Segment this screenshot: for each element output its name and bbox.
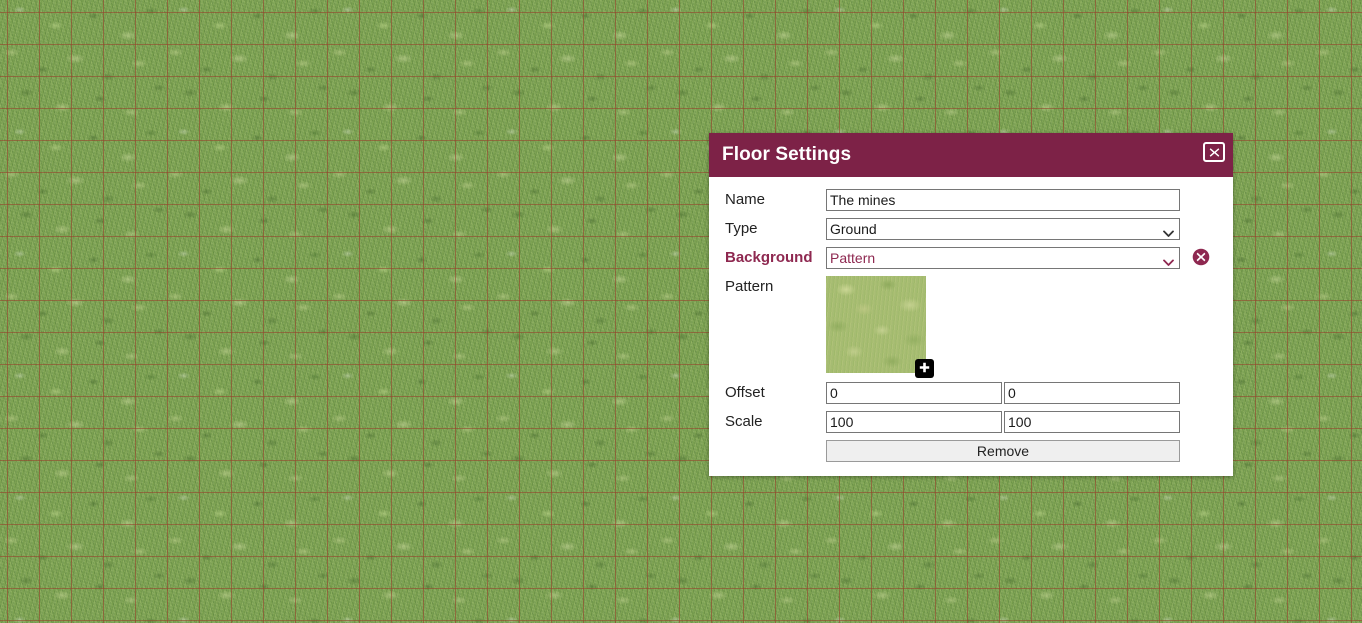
name-label: Name — [725, 191, 766, 208]
dialog-body: Name Type Ground — [709, 177, 1233, 476]
delete-background-button[interactable] — [1192, 248, 1210, 266]
name-control — [826, 189, 1180, 211]
scale-label: Scale — [725, 413, 763, 430]
close-x-icon — [1209, 147, 1220, 158]
offset-x-wrap — [826, 382, 1002, 404]
background-control: Pattern — [826, 247, 1180, 269]
offset-y-wrap — [1004, 382, 1180, 404]
field-row-offset: Offset — [709, 382, 1233, 404]
background-select[interactable]: Pattern — [826, 247, 1180, 269]
offset-control — [826, 382, 1180, 404]
pattern-thumbnail-wrap — [826, 276, 934, 378]
dialog-title: Floor Settings — [722, 144, 852, 165]
background-select-wrap: Pattern — [826, 247, 1180, 269]
offset-label: Offset — [725, 384, 765, 401]
field-row-background: Background Pattern — [709, 247, 1233, 269]
plus-icon — [919, 361, 930, 376]
field-row-scale: Scale — [709, 411, 1233, 433]
field-row-pattern: Pattern — [709, 276, 1233, 378]
field-row-name: Name — [709, 189, 1233, 211]
add-pattern-button[interactable] — [915, 359, 934, 378]
type-select[interactable]: Ground — [826, 218, 1180, 240]
type-control: Ground — [826, 218, 1180, 240]
offset-y-input[interactable] — [1004, 382, 1180, 404]
scale-control — [826, 411, 1180, 433]
floor-settings-dialog: Floor Settings Name Type Ground — [709, 133, 1233, 476]
name-input[interactable] — [826, 189, 1180, 211]
remove-button[interactable]: Remove — [826, 440, 1180, 462]
scale-x-input[interactable] — [826, 411, 1002, 433]
scale-y-input[interactable] — [1004, 411, 1180, 433]
field-row-type: Type Ground — [709, 218, 1233, 240]
dialog-titlebar[interactable]: Floor Settings — [709, 133, 1233, 177]
circle-x-delete-icon — [1192, 248, 1210, 269]
pattern-label: Pattern — [725, 278, 774, 295]
type-select-wrap: Ground — [826, 218, 1180, 240]
type-label: Type — [725, 220, 758, 237]
scale-x-wrap — [826, 411, 1002, 433]
remove-spacer — [725, 440, 826, 462]
offset-x-input[interactable] — [826, 382, 1002, 404]
scale-y-wrap — [1004, 411, 1180, 433]
remove-row: Remove — [709, 440, 1233, 462]
close-button[interactable] — [1203, 142, 1225, 162]
background-label: Background — [725, 249, 813, 266]
pattern-thumbnail[interactable] — [826, 276, 926, 373]
